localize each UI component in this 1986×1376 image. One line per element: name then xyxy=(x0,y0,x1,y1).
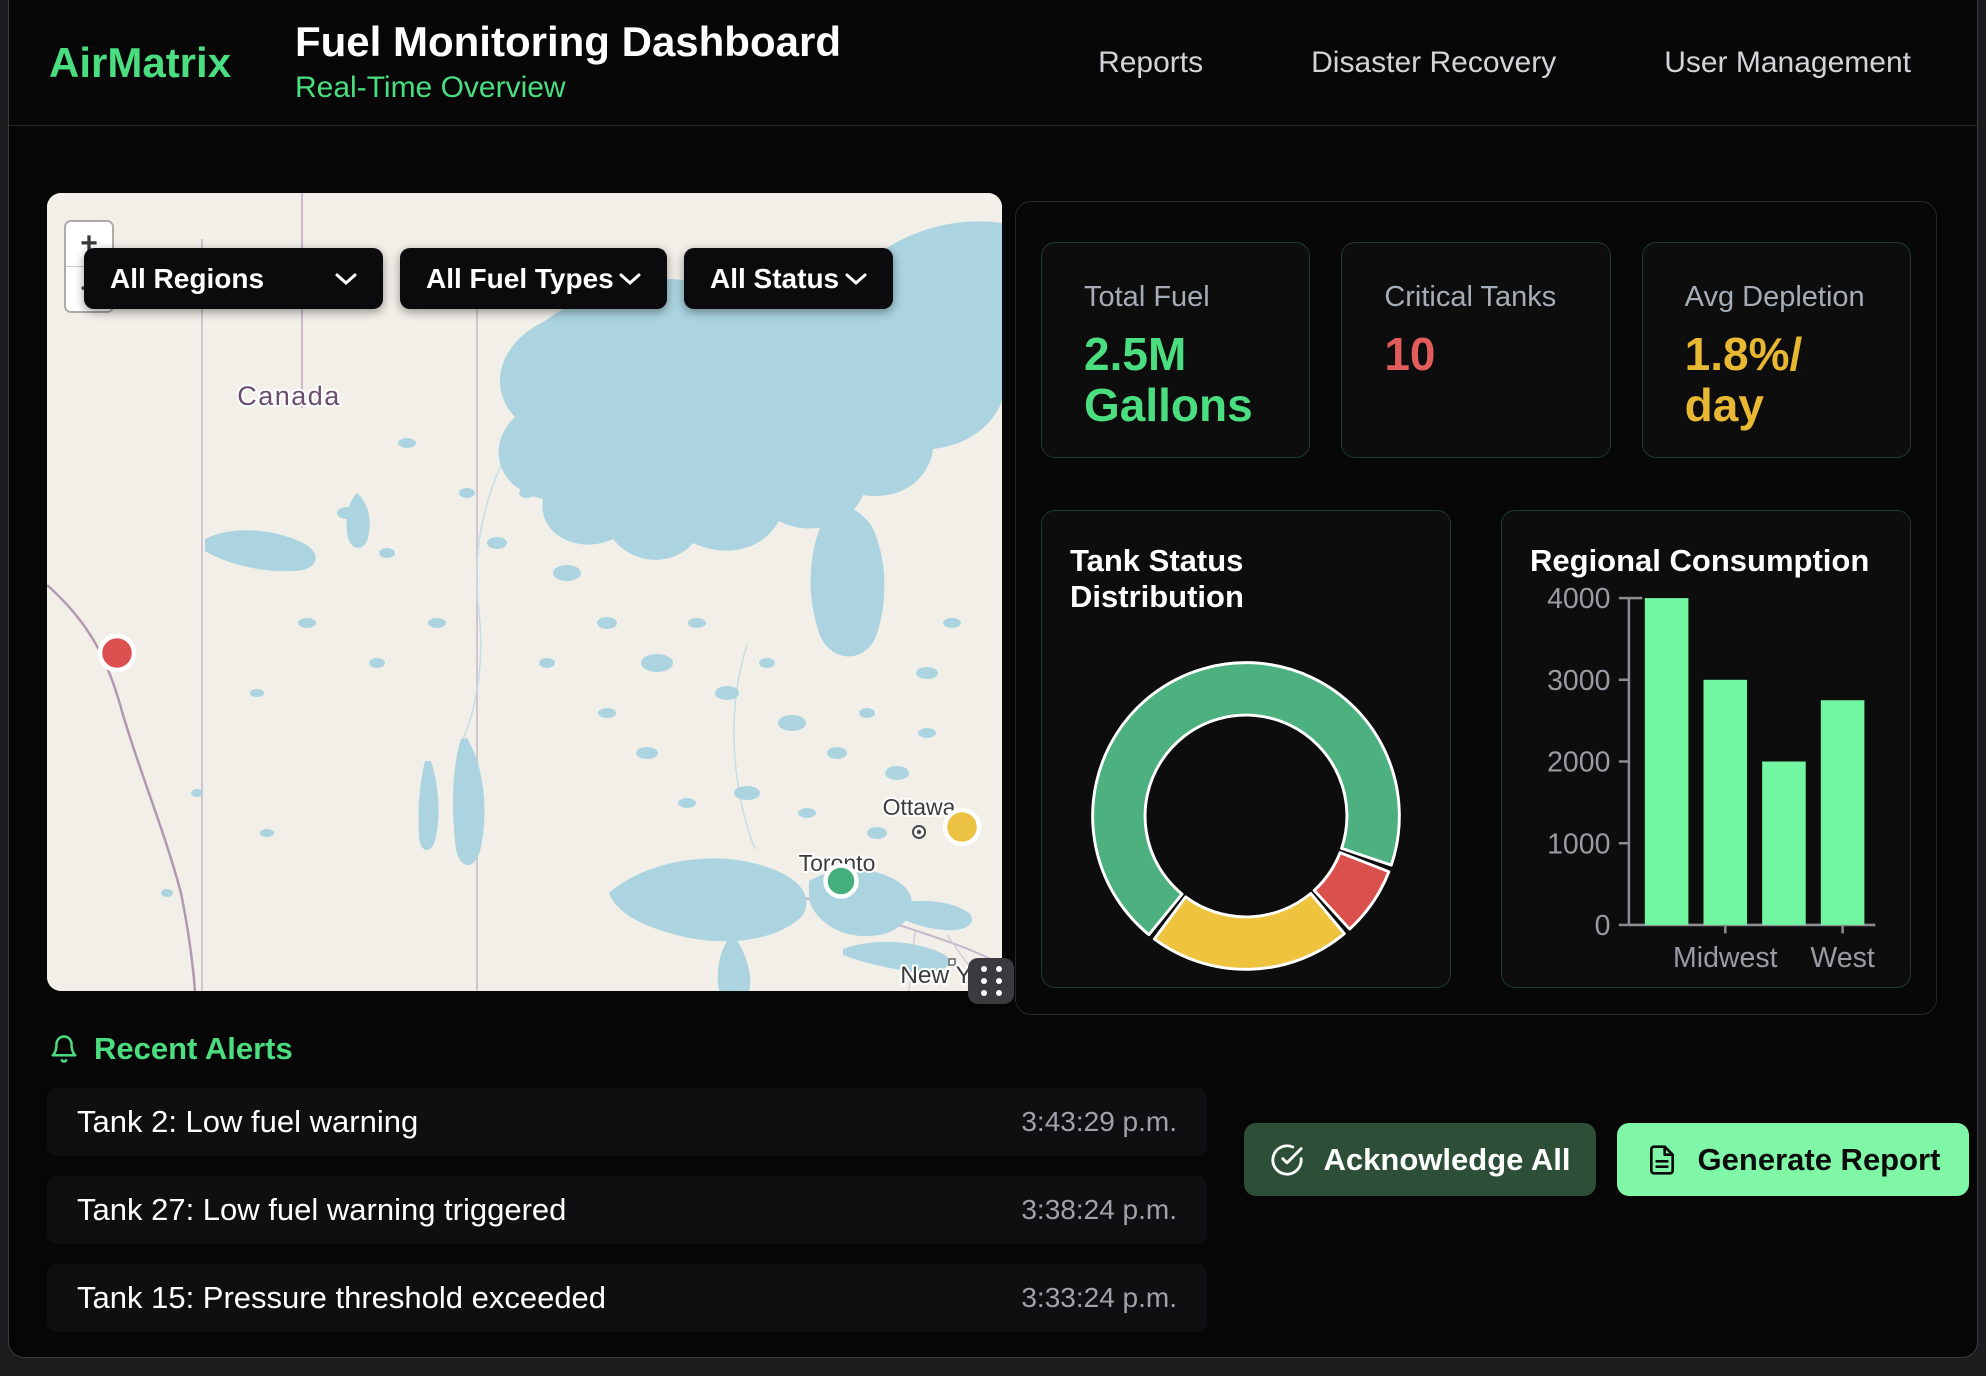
charts-row: Tank Status Distribution Regional Consum… xyxy=(1041,510,1911,988)
alert-text: Tank 27: Low fuel warning triggered xyxy=(77,1192,566,1228)
chevron-down-icon xyxy=(335,273,357,285)
tank-marker-normal[interactable] xyxy=(826,866,857,897)
stat-label: Critical Tanks xyxy=(1384,281,1609,314)
page-title: Fuel Monitoring Dashboard xyxy=(295,20,841,64)
alert-row[interactable]: Tank 27: Low fuel warning triggered 3:38… xyxy=(47,1176,1207,1244)
stat-card-total-fuel: Total Fuel 2.5MGallons xyxy=(1041,242,1310,458)
tank-status-card: Tank Status Distribution xyxy=(1041,510,1451,988)
svg-text:Midwest: Midwest xyxy=(1673,942,1778,974)
generate-report-button[interactable]: Generate Report xyxy=(1617,1123,1969,1196)
stat-label: Avg Depletion xyxy=(1685,281,1910,314)
regional-consumption-card: Regional Consumption 0 1000 2000 3000 4000 Mi… xyxy=(1501,510,1911,988)
city-dot-ottawa-center xyxy=(917,830,921,834)
stats-row: Total Fuel 2.5MGallons Critical Tanks 10… xyxy=(1041,242,1911,458)
page-subtitle: Real-Time Overview xyxy=(295,71,841,105)
regions-dropdown[interactable]: All Regions xyxy=(84,248,383,309)
bottom-row: Recent Alerts Tank 2: Low fuel warning 3… xyxy=(9,1015,1977,1352)
stat-card-avg-depletion: Avg Depletion 1.8%/day xyxy=(1642,242,1911,458)
alert-row[interactable]: Tank 15: Pressure threshold exceeded 3:3… xyxy=(47,1264,1207,1332)
tank-marker-critical[interactable] xyxy=(100,636,134,670)
alert-text: Tank 2: Low fuel warning xyxy=(77,1104,418,1140)
nav-item-reports[interactable]: Reports xyxy=(1098,46,1203,80)
chevron-down-icon xyxy=(845,273,867,285)
recent-alerts-section: Recent Alerts Tank 2: Low fuel warning 3… xyxy=(47,1031,1207,1352)
chevron-down-icon xyxy=(619,273,641,285)
status-dropdown-value: All Status xyxy=(710,263,839,295)
chart-title: Regional Consumption xyxy=(1530,543,1882,579)
brand-logo: AirMatrix xyxy=(49,39,293,87)
map-canvas[interactable]: Canada Ottawa Toronto New York xyxy=(47,193,1002,991)
tank-marker-warning[interactable] xyxy=(945,810,979,844)
stat-card-critical-tanks: Critical Tanks 10 xyxy=(1341,242,1610,458)
alert-time: 3:33:24 p.m. xyxy=(1021,1282,1177,1314)
svg-text:1000: 1000 xyxy=(1547,828,1610,860)
fuel-types-dropdown[interactable]: All Fuel Types xyxy=(400,248,667,309)
donut-svg xyxy=(1081,651,1411,981)
stat-label: Total Fuel xyxy=(1084,281,1309,314)
alert-time: 3:43:29 p.m. xyxy=(1021,1106,1177,1138)
stat-value: 1.8%/day xyxy=(1685,329,1910,430)
nav-item-user-management[interactable]: User Management xyxy=(1664,46,1911,80)
regions-dropdown-value: All Regions xyxy=(110,263,264,295)
status-dropdown[interactable]: All Status xyxy=(684,248,893,309)
top-nav: Reports Disaster Recovery User Managemen… xyxy=(1098,46,1977,80)
alerts-title: Recent Alerts xyxy=(94,1031,293,1067)
alert-row[interactable]: Tank 2: Low fuel warning 3:43:29 p.m. xyxy=(47,1088,1207,1156)
map-label-ottawa: Ottawa xyxy=(883,794,956,820)
header-title-block: Fuel Monitoring Dashboard Real-Time Over… xyxy=(295,20,841,105)
svg-text:3000: 3000 xyxy=(1547,665,1610,697)
alert-time: 3:38:24 p.m. xyxy=(1021,1194,1177,1226)
map-resize-handle[interactable] xyxy=(968,958,1014,1004)
svg-text:2000: 2000 xyxy=(1547,747,1610,779)
stat-value: 10 xyxy=(1384,329,1609,380)
map-widget: Canada Ottawa Toronto New York + − xyxy=(47,193,1002,991)
svg-text:West: West xyxy=(1810,942,1874,974)
bell-icon xyxy=(49,1033,79,1065)
bar-chart-svg: 0 1000 2000 3000 4000 Midwest West xyxy=(1530,583,1882,977)
fuel-types-dropdown-value: All Fuel Types xyxy=(426,263,614,295)
nav-item-disaster-recovery[interactable]: Disaster Recovery xyxy=(1311,46,1556,80)
dashboard-app: AirMatrix Fuel Monitoring Dashboard Real… xyxy=(8,0,1978,1358)
report-file-icon xyxy=(1646,1144,1678,1176)
svg-text:4000: 4000 xyxy=(1547,583,1610,615)
app-header: AirMatrix Fuel Monitoring Dashboard Real… xyxy=(9,0,1977,126)
metrics-panel: Total Fuel 2.5MGallons Critical Tanks 10… xyxy=(1015,201,1937,1015)
main-row: Canada Ottawa Toronto New York + − xyxy=(9,126,1977,1015)
check-circle-icon xyxy=(1270,1143,1304,1177)
chart-title: Tank Status Distribution xyxy=(1070,543,1422,615)
donut-chart xyxy=(1070,651,1422,981)
page-background: AirMatrix Fuel Monitoring Dashboard Real… xyxy=(0,0,1986,1376)
alert-actions: Acknowledge All Generate Report xyxy=(1244,1123,1969,1352)
alert-text: Tank 15: Pressure threshold exceeded xyxy=(77,1280,606,1316)
alerts-header: Recent Alerts xyxy=(49,1031,1207,1067)
map-svg: Canada Ottawa Toronto New York xyxy=(47,193,1002,991)
map-label-canada: Canada xyxy=(237,381,341,411)
stat-value: 2.5MGallons xyxy=(1084,329,1309,430)
acknowledge-all-button[interactable]: Acknowledge All xyxy=(1244,1123,1596,1196)
svg-text:0: 0 xyxy=(1595,910,1611,942)
map-filter-bar: All Regions All Fuel Types All Status xyxy=(84,248,893,309)
